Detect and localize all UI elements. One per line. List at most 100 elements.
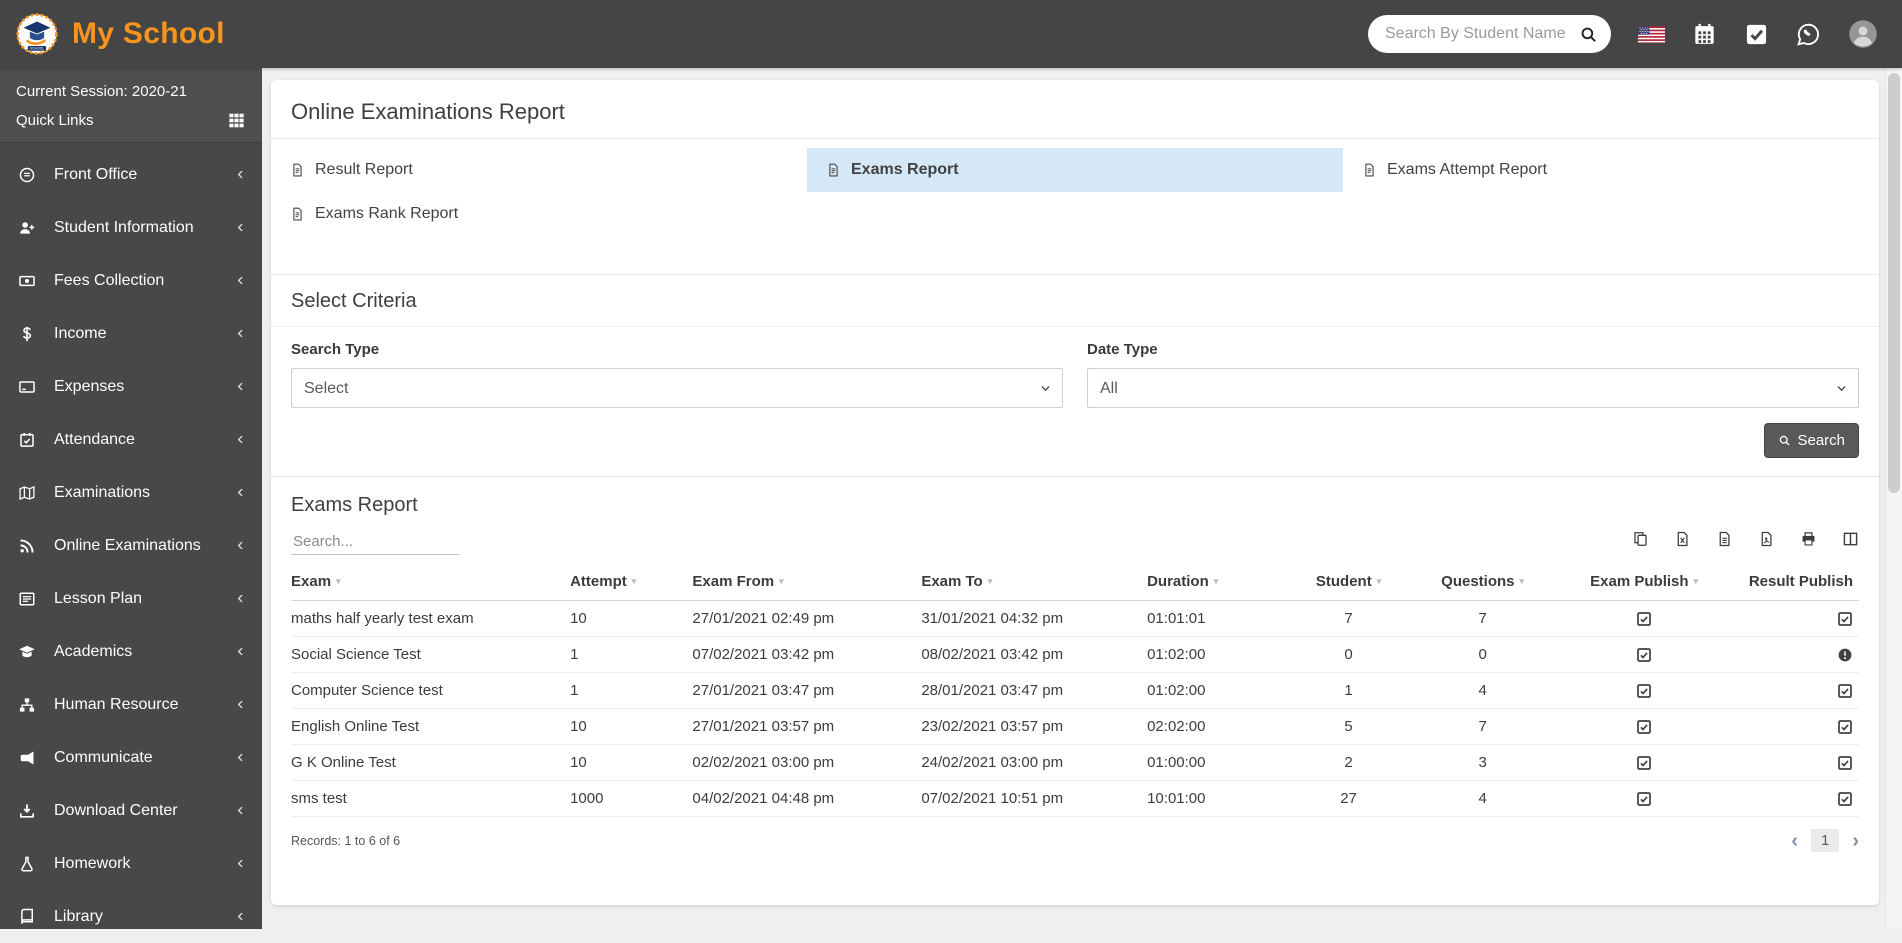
- library-icon: [18, 908, 54, 926]
- chevron-left-icon: [235, 699, 246, 710]
- file-report-icon: [290, 205, 305, 223]
- pagination-prev[interactable]: ‹: [1791, 831, 1798, 851]
- sidebar-item-online-examinations[interactable]: Online Examinations: [0, 519, 262, 572]
- cell-exam-publish: [1554, 672, 1734, 709]
- chevron-left-icon: [235, 328, 246, 339]
- cell-exam: Computer Science test: [291, 672, 571, 709]
- sidebar-item-examinations[interactable]: Examinations: [0, 466, 262, 519]
- vertical-scrollbar[interactable]: [1885, 68, 1902, 929]
- cell-exam-to: 24/02/2021 03:00 pm: [921, 744, 1148, 781]
- current-session-label: Current Session: 2020-21: [16, 83, 187, 100]
- sidebar-item-fees-collection[interactable]: Fees Collection: [0, 254, 262, 307]
- chevron-left-icon: [235, 646, 246, 657]
- sidebar-item-label: Download Center: [54, 801, 178, 819]
- table-search-input[interactable]: [291, 529, 460, 555]
- main-card: Online Examinations Report Result Report…: [271, 80, 1879, 905]
- cell-exam: Social Science Test: [291, 636, 571, 673]
- sidebar-item-human-resource[interactable]: Human Resource: [0, 678, 262, 731]
- sidebar-item-label: Academics: [54, 642, 133, 660]
- report-link-exams-rank-report[interactable]: Exams Rank Report: [271, 192, 807, 236]
- sidebar-item-student-information[interactable]: Student Information: [0, 201, 262, 254]
- whatsapp-icon[interactable]: [1796, 22, 1821, 47]
- search-type-select[interactable]: Select: [292, 369, 1062, 407]
- sidebar-item-download-center[interactable]: Download Center: [0, 784, 262, 837]
- column-header-duration[interactable]: Duration ▾: [1147, 565, 1287, 601]
- excel-icon[interactable]: [1674, 530, 1691, 548]
- column-header-exam-to[interactable]: Exam To ▾: [921, 565, 1148, 601]
- page-title: Online Examinations Report: [291, 99, 565, 124]
- us-flag-icon[interactable]: [1638, 25, 1665, 43]
- column-header-student[interactable]: Student ▾: [1286, 565, 1411, 601]
- cell-attempt: 1: [570, 636, 693, 673]
- sidebar-item-label: Income: [54, 324, 107, 342]
- sidebar-item-label: Lesson Plan: [54, 589, 143, 607]
- sidebar-item-expenses[interactable]: Expenses: [0, 360, 262, 413]
- svg-text:SCHOOL: SCHOOL: [30, 47, 45, 51]
- cell-result-publish: [1733, 636, 1859, 673]
- cell-exam-to: 28/01/2021 03:47 pm: [921, 672, 1148, 709]
- sort-icon: ▾: [987, 576, 993, 586]
- search-icon[interactable]: [1579, 25, 1598, 44]
- report-link-exams-report[interactable]: Exams Report: [807, 148, 1343, 192]
- cell-exam-publish: [1554, 708, 1734, 745]
- sidebar-item-homework[interactable]: Homework: [0, 837, 262, 890]
- cell-student: 5: [1286, 708, 1411, 745]
- column-header-attempt[interactable]: Attempt ▾: [570, 565, 693, 601]
- print-icon[interactable]: [1800, 530, 1817, 548]
- copy-icon[interactable]: [1632, 530, 1649, 548]
- brand[interactable]: SCHOOL My School: [0, 11, 262, 57]
- brand-name: My School: [72, 17, 225, 50]
- report-link-label: Exams Attempt Report: [1387, 161, 1548, 178]
- sidebar-item-income[interactable]: Income: [0, 307, 262, 360]
- column-header-exam[interactable]: Exam ▾: [291, 565, 571, 601]
- records-summary: Records: 1 to 6 of 6: [291, 833, 401, 848]
- report-link-label: Exams Rank Report: [315, 205, 459, 222]
- file-lines-icon[interactable]: [1716, 530, 1733, 548]
- column-header-result-publish[interactable]: Result Publish: [1733, 565, 1859, 601]
- pdf-icon[interactable]: [1758, 530, 1775, 548]
- column-header-questions[interactable]: Questions ▾: [1410, 565, 1555, 601]
- cell-exam-to: 07/02/2021 10:51 pm: [921, 780, 1148, 817]
- date-type-label: Date Type: [1087, 341, 1158, 358]
- calendar-icon[interactable]: [1692, 22, 1717, 47]
- columns-icon[interactable]: [1842, 530, 1859, 548]
- report-link-result-report[interactable]: Result Report: [271, 148, 807, 192]
- cell-exam-publish: [1554, 600, 1734, 637]
- sidebar-item-academics[interactable]: Academics: [0, 625, 262, 678]
- sidebar-item-lesson-plan[interactable]: Lesson Plan: [0, 572, 262, 625]
- cell-questions: 4: [1410, 780, 1555, 817]
- chevron-left-icon: [235, 381, 246, 392]
- search-button[interactable]: Search: [1764, 423, 1859, 458]
- pagination-page-1[interactable]: 1: [1810, 829, 1840, 852]
- sidebar-item-attendance[interactable]: Attendance: [0, 413, 262, 466]
- table-row: sms test 1000 04/02/2021 04:48 pm 07/02/202…: [291, 780, 1859, 817]
- tasks-icon[interactable]: [1744, 22, 1769, 47]
- user-avatar-icon[interactable]: [1848, 19, 1878, 49]
- cell-questions: 3: [1410, 744, 1555, 781]
- table-row: Computer Science test 1 27/01/2021 03:47 p…: [291, 672, 1859, 709]
- sidebar-item-communicate[interactable]: Communicate: [0, 731, 262, 784]
- scrollbar-thumb[interactable]: [1888, 73, 1900, 493]
- report-link-exams-attempt-report[interactable]: Exams Attempt Report: [1343, 148, 1879, 192]
- cell-result-publish: [1733, 744, 1859, 781]
- pagination-next[interactable]: ›: [1852, 831, 1859, 851]
- column-header-exam-from[interactable]: Exam From ▾: [692, 565, 922, 601]
- th-grid-icon[interactable]: [227, 111, 246, 130]
- cell-duration: 01:02:00: [1147, 636, 1287, 673]
- chevron-left-icon: [235, 858, 246, 869]
- date-type-select[interactable]: All: [1088, 369, 1858, 407]
- sidebar-item-front-office[interactable]: Front Office: [0, 148, 262, 201]
- column-header-exam-publish[interactable]: Exam Publish ▾: [1554, 565, 1734, 601]
- cell-attempt: 10: [570, 600, 693, 637]
- student-information-icon: [18, 219, 54, 237]
- cell-exam: maths half yearly test exam: [291, 600, 571, 637]
- student-search[interactable]: [1368, 15, 1611, 53]
- sidebar-item-library[interactable]: Library: [0, 890, 262, 943]
- sort-icon: ▾: [1376, 576, 1382, 586]
- search-type-label: Search Type: [291, 341, 380, 358]
- expenses-icon: [18, 378, 54, 396]
- cell-result-publish: [1733, 672, 1859, 709]
- sort-icon: ▾: [1519, 576, 1525, 586]
- student-search-input[interactable]: [1383, 24, 1573, 44]
- cell-duration: 02:02:00: [1147, 708, 1287, 745]
